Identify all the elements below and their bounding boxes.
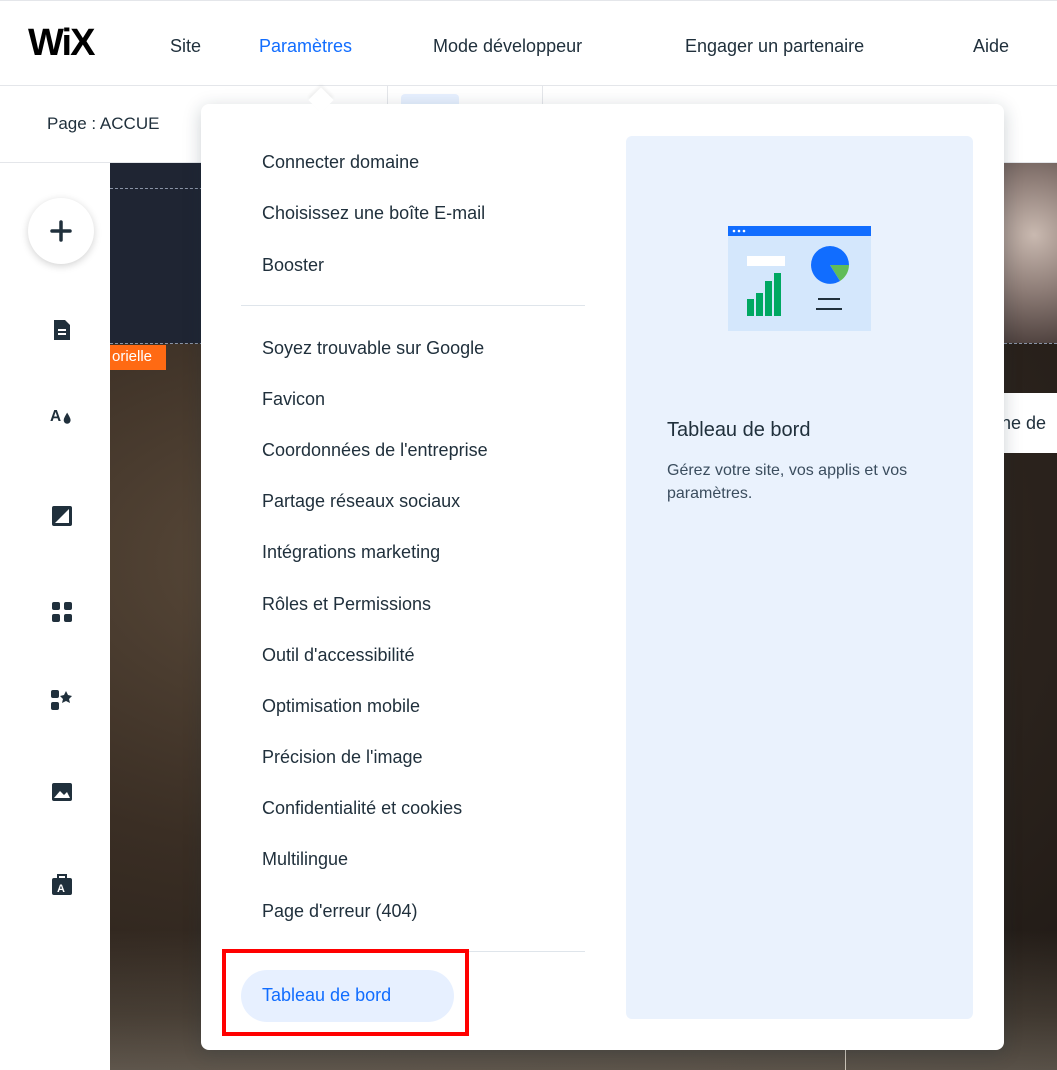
- nav-mode-developpeur[interactable]: Mode développeur: [433, 36, 582, 57]
- nav-parametres[interactable]: Paramètres: [259, 36, 352, 57]
- nav-engager-partenaire[interactable]: Engager un partenaire: [685, 36, 864, 57]
- menu-coordonnees-entreprise[interactable]: Coordonnées de l'entreprise: [262, 440, 488, 461]
- menu-boite-email[interactable]: Choisissez une boîte E-mail: [262, 203, 485, 224]
- menu-booster[interactable]: Booster: [262, 255, 324, 276]
- section-tag[interactable]: orielle: [110, 345, 166, 370]
- wix-logo[interactable]: WiX: [28, 22, 95, 65]
- design-theme-icon[interactable]: A: [50, 404, 74, 428]
- menu-divider: [241, 305, 585, 306]
- preview-title: Tableau de bord: [667, 419, 811, 441]
- menu-confidentialite-cookies[interactable]: Confidentialité et cookies: [262, 798, 462, 819]
- nav-aide[interactable]: Aide: [973, 36, 1009, 57]
- canvas-text-fragment: ne de: [995, 393, 1057, 453]
- menu-page-erreur[interactable]: Page d'erreur (404): [262, 901, 418, 922]
- preview-description: Gérez votre site, vos applis et vos para…: [667, 462, 908, 502]
- background-icon[interactable]: [50, 504, 74, 528]
- media-icon[interactable]: [50, 780, 74, 804]
- menu-accessibilite[interactable]: Outil d'accessibilité: [262, 645, 415, 666]
- menu-optimisation-mobile[interactable]: Optimisation mobile: [262, 696, 420, 717]
- menu-seo-google[interactable]: Soyez trouvable sur Google: [262, 338, 484, 359]
- menu-favicon[interactable]: Favicon: [262, 389, 325, 410]
- portrait-image: [1000, 163, 1057, 343]
- plus-icon: [50, 220, 72, 242]
- business-apps-icon[interactable]: [50, 688, 74, 712]
- svg-text:A: A: [57, 883, 65, 895]
- apps-icon[interactable]: [50, 600, 74, 624]
- svg-text:A: A: [50, 408, 61, 425]
- menu-precision-image[interactable]: Précision de l'image: [262, 747, 423, 768]
- menu-roles-permissions[interactable]: Rôles et Permissions: [262, 594, 431, 615]
- highlight-box: [222, 949, 469, 1036]
- page-selector[interactable]: Page : ACCUE: [47, 114, 159, 134]
- menu-integrations-marketing[interactable]: Intégrations marketing: [262, 542, 440, 563]
- dashboard-illustration-icon: [728, 226, 871, 331]
- menu-multilingue[interactable]: Multilingue: [262, 849, 348, 870]
- pages-icon[interactable]: [50, 318, 74, 342]
- portfolio-icon[interactable]: A: [50, 872, 74, 896]
- add-elements-button[interactable]: [28, 198, 94, 264]
- menu-connecter-domaine[interactable]: Connecter domaine: [262, 152, 419, 173]
- menu-partage-reseaux[interactable]: Partage réseaux sociaux: [262, 491, 460, 512]
- nav-site[interactable]: Site: [170, 36, 201, 57]
